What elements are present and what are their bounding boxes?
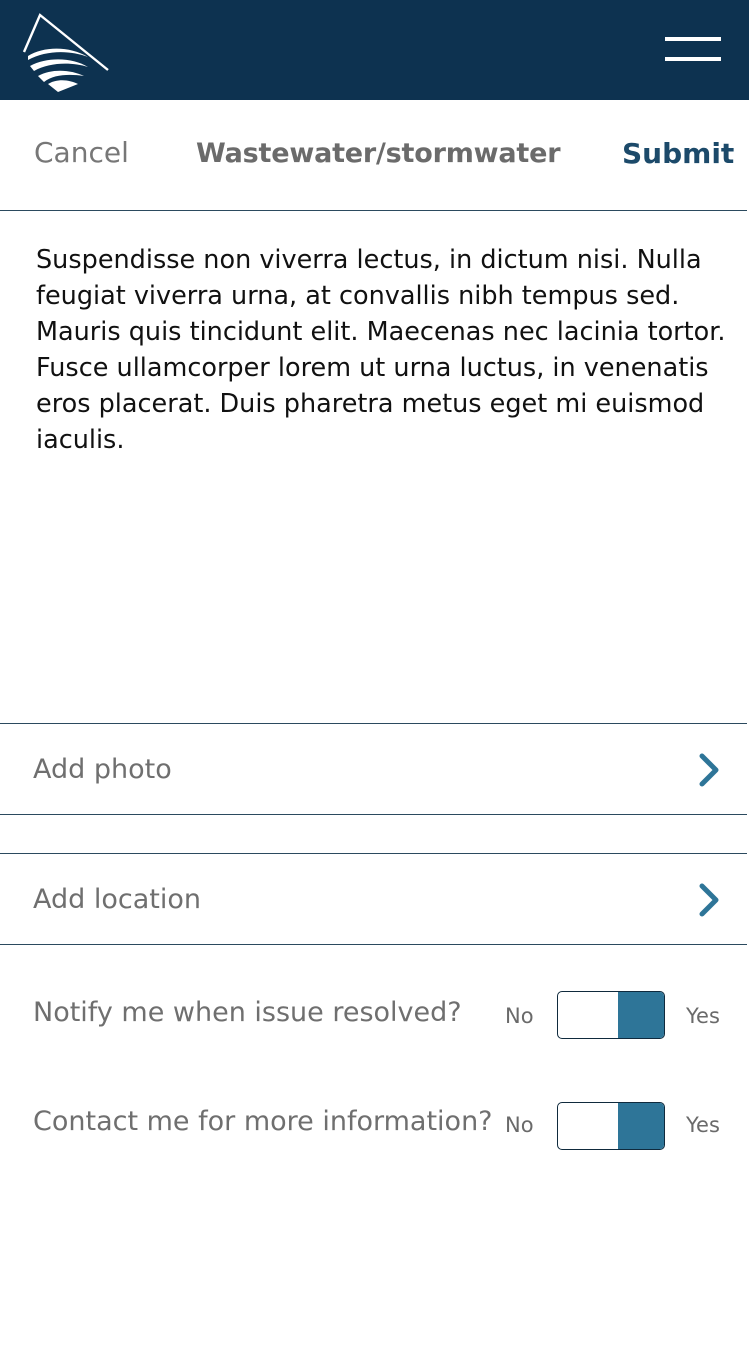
chevron-right-icon: [699, 753, 719, 787]
contact-toggle[interactable]: [557, 1102, 665, 1150]
chevron-right-icon: [699, 883, 719, 917]
submit-button[interactable]: Submit: [622, 137, 734, 170]
add-photo-row[interactable]: Add photo: [0, 723, 747, 815]
notify-question-label: Notify me when issue resolved?: [33, 997, 462, 1028]
app-header: [0, 0, 749, 100]
page-title: Wastewater/stormwater: [196, 138, 561, 169]
contact-no-label: No: [505, 1113, 534, 1137]
issue-description-textarea[interactable]: Suspendisse non viverra lectus, in dictu…: [36, 242, 726, 458]
notify-toggle[interactable]: [557, 991, 665, 1039]
contact-question-label: Contact me for more information?: [33, 1106, 493, 1137]
add-photo-label: Add photo: [33, 754, 172, 785]
cancel-button[interactable]: Cancel: [34, 136, 129, 169]
notify-no-label: No: [505, 1004, 534, 1028]
menu-bar-top: [665, 37, 721, 41]
hamburger-menu-icon[interactable]: [660, 32, 726, 72]
mountain-water-logo[interactable]: [22, 12, 112, 94]
notify-yes-label: Yes: [686, 1004, 720, 1028]
menu-bar-bottom: [665, 57, 721, 61]
contact-yes-label: Yes: [686, 1113, 720, 1137]
toggle-knob: [618, 1103, 664, 1149]
toggle-knob: [618, 992, 664, 1038]
add-location-row[interactable]: Add location: [0, 853, 747, 945]
add-location-label: Add location: [33, 884, 201, 915]
